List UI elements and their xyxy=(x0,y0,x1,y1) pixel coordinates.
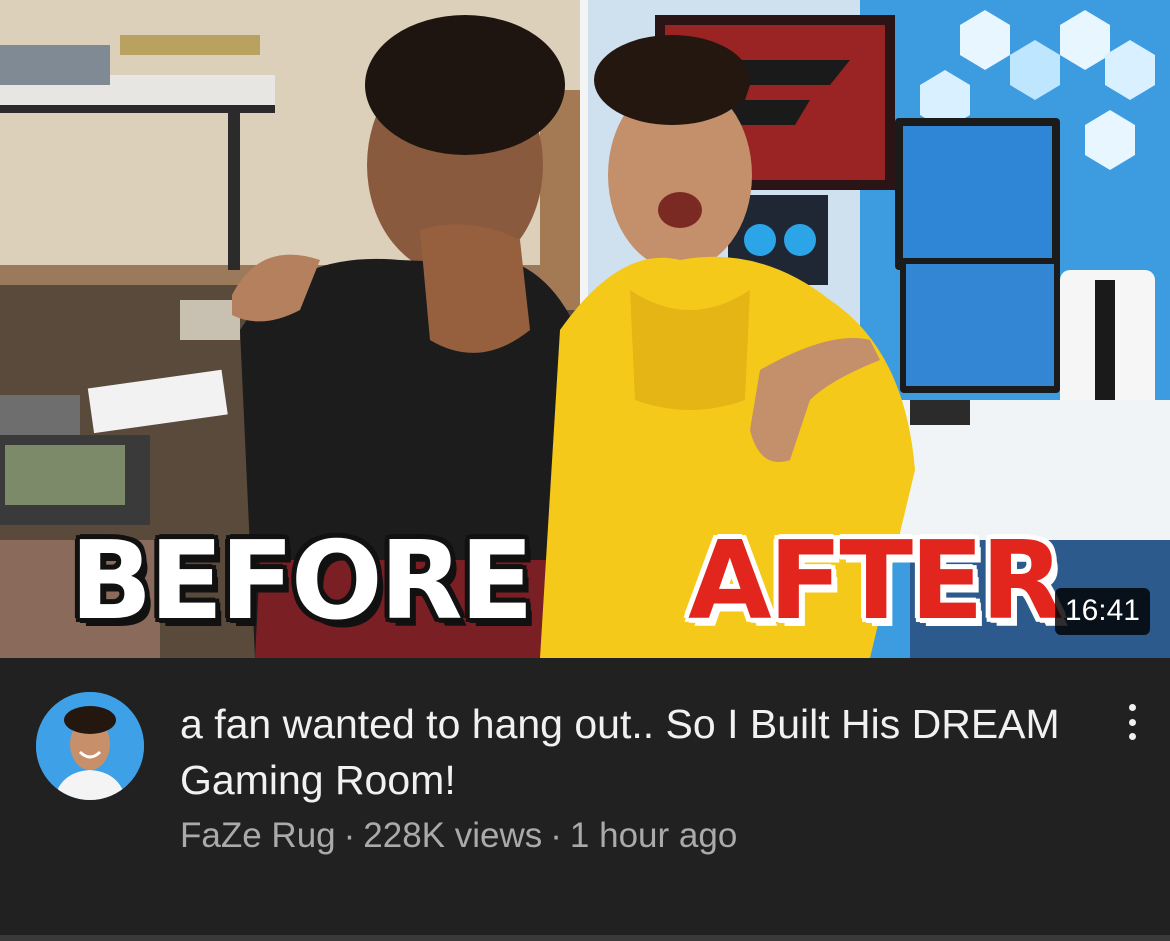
more-vert-icon[interactable] xyxy=(1112,700,1152,744)
duration-badge: 16:41 xyxy=(1054,588,1150,635)
video-title[interactable]: a fan wanted to hang out.. So I Built Hi… xyxy=(180,696,1060,808)
upload-age: 1 hour ago xyxy=(569,816,738,855)
avatar-image xyxy=(36,692,144,800)
meta-separator: · xyxy=(343,816,356,855)
channel-avatar[interactable] xyxy=(36,692,144,800)
video-metadata: FaZe Rug · 228K views · 1 hour ago xyxy=(180,812,737,860)
channel-name[interactable]: FaZe Rug xyxy=(180,816,336,855)
video-thumbnail[interactable]: BEFORE AFTER 16:41 xyxy=(0,0,1170,658)
thumbnail-after-label: AFTER xyxy=(688,519,1064,644)
video-card[interactable]: BEFORE AFTER 16:41 a fan wanted to hang … xyxy=(0,0,1170,941)
divider xyxy=(0,935,1170,941)
view-count: 228K views xyxy=(363,816,543,855)
thumbnail-before-label: BEFORE xyxy=(70,519,534,644)
meta-separator: · xyxy=(550,816,562,855)
